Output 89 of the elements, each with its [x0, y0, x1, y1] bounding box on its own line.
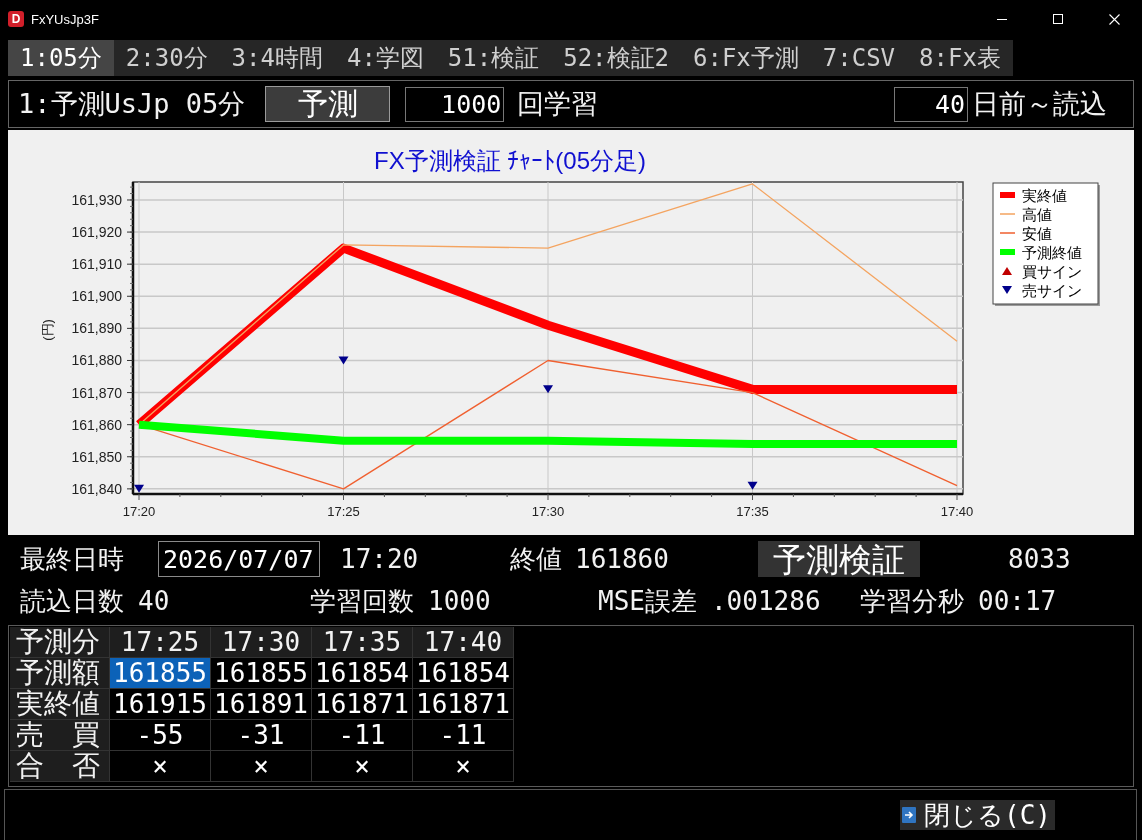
- legend-label: 買サイン: [1022, 262, 1082, 280]
- stat-value: .001286: [710, 586, 821, 616]
- time-text: 17:20: [340, 544, 419, 574]
- y-axis-label: (円): [40, 319, 55, 341]
- table-cell[interactable]: 161871: [312, 689, 413, 720]
- x-tick-label: 17:20: [122, 504, 156, 519]
- stat-value: 40: [138, 586, 170, 616]
- stat-label: 読込日数: [20, 584, 124, 618]
- down-triangle-marker: [543, 385, 553, 394]
- tab[interactable]: 6:Fx予測: [681, 40, 811, 76]
- table-cell[interactable]: -55: [110, 720, 211, 751]
- legend-label: 予測終値: [1022, 243, 1082, 261]
- close-icon: [1108, 13, 1120, 25]
- tab[interactable]: 51:検証: [435, 40, 552, 76]
- close-button[interactable]: 閉じる(C): [900, 800, 1055, 830]
- x-tick-label: 17:25: [327, 504, 360, 519]
- table-cell[interactable]: ×: [211, 751, 312, 782]
- tab[interactable]: 1:05分: [8, 40, 114, 76]
- y-tick-label: 161,850: [71, 448, 122, 465]
- table-cell[interactable]: 161915: [110, 689, 211, 720]
- days-field[interactable]: 40: [894, 86, 968, 122]
- y-tick-label: 161,910: [71, 256, 122, 273]
- date-field[interactable]: 2026/07/07: [158, 541, 320, 577]
- table-cell[interactable]: 161855: [211, 658, 312, 689]
- y-tick-label: 161,930: [71, 192, 122, 208]
- tab[interactable]: 8:Fx表: [907, 40, 1013, 76]
- down-triangle-marker: [747, 481, 758, 490]
- table-cell[interactable]: 161871: [413, 689, 514, 720]
- table-cell[interactable]: 161854: [312, 658, 413, 689]
- table-cell[interactable]: ×: [312, 751, 413, 782]
- y-tick-label: 161,860: [71, 416, 122, 433]
- arrow-right-icon: [902, 807, 917, 823]
- verify-button[interactable]: 予測検証: [758, 541, 920, 577]
- table-cell[interactable]: -31: [211, 720, 312, 751]
- stat-label: MSE誤差: [598, 584, 697, 618]
- tab[interactable]: 2:30分: [113, 40, 220, 76]
- close-value: 161860: [575, 544, 669, 574]
- row-header-cell: 予測分: [10, 627, 110, 658]
- legend-label: 安値: [1022, 224, 1052, 242]
- minimize-icon: [997, 18, 1007, 20]
- predict-button[interactable]: 予測: [265, 86, 391, 122]
- y-tick-label: 161,890: [71, 320, 122, 337]
- iterations-label: 回学習: [517, 87, 599, 121]
- maximize-icon: [1053, 14, 1063, 24]
- days-label: 日前～読込: [972, 87, 1107, 121]
- app-icon: D: [8, 11, 24, 27]
- y-tick-label: 161,900: [71, 288, 122, 305]
- down-triangle-marker: [338, 356, 349, 365]
- tab[interactable]: 3:4時間: [219, 40, 335, 76]
- y-tick-label: 161,840: [71, 480, 122, 497]
- row-header-cell: 合 否: [10, 751, 110, 782]
- window-title: FxYUsJp3F: [31, 11, 99, 27]
- x-tick-label: 17:30: [531, 504, 565, 519]
- datetime-label: 最終日時: [20, 542, 124, 576]
- stat-label: 学習回数: [310, 584, 414, 618]
- column-header-cell: 17:35: [312, 627, 413, 658]
- column-header-cell: 17:40: [413, 627, 514, 658]
- row-header-cell: 実終値: [10, 689, 110, 720]
- x-tick-label: 17:40: [940, 504, 974, 519]
- table-cell[interactable]: ×: [110, 751, 211, 782]
- iterations-field[interactable]: 1000: [405, 86, 505, 122]
- x-tick-label: 17:35: [736, 504, 769, 519]
- row-header-cell: 予測額: [10, 658, 110, 689]
- table-cell[interactable]: ×: [413, 751, 514, 782]
- chart-title: FX予測検証 ﾁｬｰﾄ(05分足): [374, 147, 646, 174]
- table-cell[interactable]: -11: [312, 720, 413, 751]
- count-text: 8033: [1008, 544, 1071, 574]
- legend-label: 実終値: [1022, 186, 1067, 204]
- column-header-cell: 17:30: [211, 627, 312, 658]
- tab[interactable]: 7:CSV: [810, 40, 908, 76]
- close-label: 終値: [510, 542, 562, 576]
- tab[interactable]: 4:学図: [334, 40, 436, 76]
- table-cell[interactable]: 161855: [110, 658, 211, 689]
- y-tick-label: 161,920: [71, 224, 122, 241]
- legend-label: 高値: [1022, 205, 1052, 223]
- stat-label: 学習分秒: [860, 584, 964, 618]
- row-header-cell: 売 買: [10, 720, 110, 751]
- stat-value: 00:17: [978, 586, 1057, 616]
- legend-label: 売サイン: [1022, 281, 1082, 299]
- y-tick-label: 161,870: [71, 384, 122, 401]
- tab[interactable]: 52:検証2: [551, 40, 681, 76]
- table-cell[interactable]: -11: [413, 720, 514, 751]
- mode-label: 1:予測UsJp 05分: [18, 87, 246, 121]
- stat-value: 1000: [428, 586, 491, 616]
- column-header-cell: 17:25: [110, 627, 211, 658]
- y-tick-label: 161,880: [71, 352, 122, 369]
- down-triangle-marker: [134, 484, 144, 493]
- table-cell[interactable]: 161854: [413, 658, 514, 689]
- table-cell[interactable]: 161891: [211, 689, 312, 720]
